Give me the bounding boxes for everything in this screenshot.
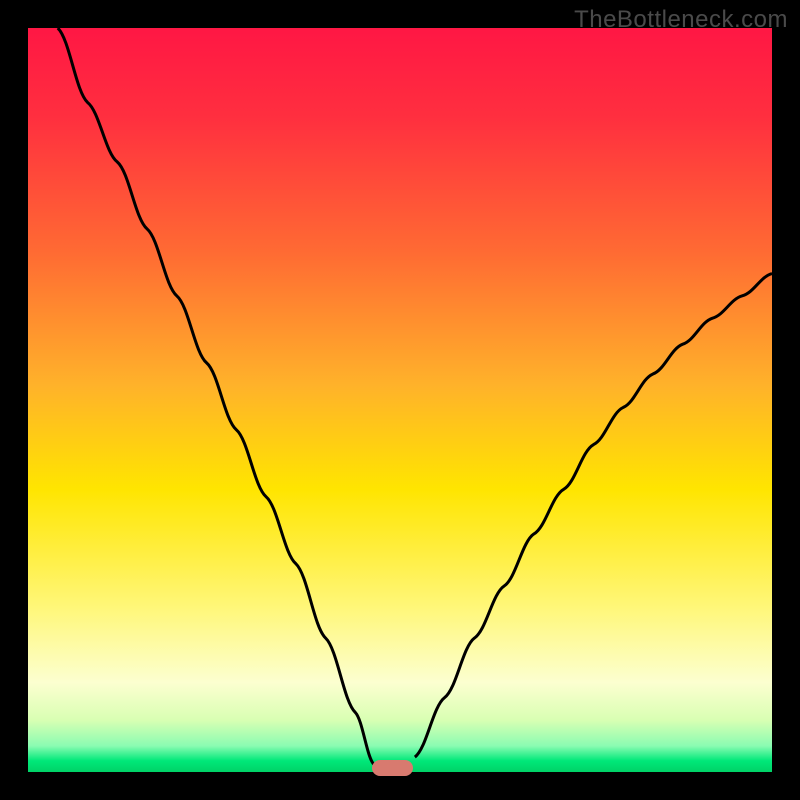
chart-container: TheBottleneck.com (0, 0, 800, 800)
plot-area (28, 28, 772, 772)
watermark-text: TheBottleneck.com (574, 6, 788, 34)
bottleneck-marker (372, 760, 413, 776)
right-curve (415, 274, 772, 758)
left-curve (58, 28, 374, 765)
curve-overlay (28, 28, 772, 772)
